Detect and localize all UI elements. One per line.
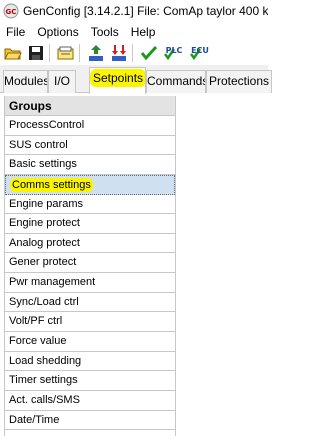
groups-list: Groups ProcessControl SUS control Basic … <box>4 96 176 436</box>
group-row-engine-protect[interactable]: Engine protect <box>5 214 175 234</box>
group-row-engine-params[interactable]: Engine params <box>5 195 175 215</box>
tab-modules-label: Modules <box>4 74 48 88</box>
checkmark-icon <box>140 45 157 61</box>
group-row-gener-protect[interactable]: Gener protect <box>5 253 175 274</box>
menu-help[interactable]: Help <box>125 25 162 39</box>
tab-protections[interactable]: Protections <box>206 70 272 93</box>
save-disk-icon <box>28 46 43 60</box>
download-button[interactable] <box>108 43 129 64</box>
download-icon <box>111 45 126 61</box>
tab-commands-label: Commands <box>147 74 206 88</box>
toolbar: PLC ECU <box>0 41 268 65</box>
group-row-basic-settings[interactable]: Basic settings <box>5 155 175 175</box>
import-button[interactable] <box>55 43 76 64</box>
svg-text:GC: GC <box>6 8 17 16</box>
group-row-pwr-management[interactable]: Pwr management <box>5 273 175 293</box>
upload-button[interactable] <box>85 43 106 64</box>
group-row-act-calls-sms[interactable]: Act. calls/SMS <box>5 391 175 411</box>
plc-icon: PLC <box>164 46 183 61</box>
tab-setpoints-label: Setpoints <box>90 69 145 87</box>
toolbar-separator <box>79 44 80 62</box>
tab-modules[interactable]: Modules <box>3 70 48 93</box>
tab-bar: Modules I/O Setpoints Commands Protectio… <box>0 65 272 94</box>
groups-header: Groups <box>5 96 175 116</box>
upload-icon <box>88 45 103 61</box>
menu-bar: File Options Tools Help <box>0 22 268 41</box>
tab-commands[interactable]: Commands <box>146 70 206 93</box>
group-row-sus-control[interactable]: SUS control <box>5 136 175 156</box>
menu-tools[interactable]: Tools <box>85 25 125 39</box>
check-button[interactable] <box>138 43 159 64</box>
ecu-button[interactable]: ECU <box>187 43 211 64</box>
toolbar-separator <box>49 44 50 62</box>
import-icon <box>57 46 73 60</box>
save-button[interactable] <box>25 43 46 64</box>
setpoints-panel: Groups ProcessControl SUS control Basic … <box>0 93 268 436</box>
tab-io[interactable]: I/O <box>48 70 76 93</box>
ecu-label: ECU <box>191 46 209 55</box>
group-row-sync-load-ctrl[interactable]: Sync/Load ctrl <box>5 293 175 313</box>
tab-protections-label: Protections <box>208 74 270 88</box>
group-row-force-value[interactable]: Force value <box>5 332 175 352</box>
group-row-load-shedding[interactable]: Load shedding <box>5 352 175 372</box>
group-row-processcontrol[interactable]: ProcessControl <box>5 116 175 136</box>
open-button[interactable] <box>2 43 23 64</box>
folder-open-icon <box>3 48 22 60</box>
group-row-volt-pf-ctrl[interactable]: Volt/PF ctrl <box>5 312 175 333</box>
tab-io-label: I/O <box>53 74 70 88</box>
group-row-date-time[interactable]: Date/Time <box>5 411 175 431</box>
menu-file[interactable]: File <box>0 25 31 39</box>
toolbar-separator <box>132 44 133 62</box>
title-bar: GC GenConfig [3.14.2.1] File: ComAp tayl… <box>0 0 268 22</box>
menu-options[interactable]: Options <box>31 25 84 39</box>
group-row-comms-settings-label: Comms settings <box>10 177 93 192</box>
window-title: GenConfig [3.14.2.1] File: ComAp taylor … <box>23 4 268 18</box>
tab-setpoints[interactable]: Setpoints <box>89 67 146 94</box>
plc-button[interactable]: PLC <box>161 43 185 64</box>
group-row-analog-protect[interactable]: Analog protect <box>5 234 175 254</box>
group-row-timer-settings[interactable]: Timer settings <box>5 371 175 391</box>
ecu-icon: ECU <box>190 46 209 61</box>
group-row-comms-settings[interactable]: Comms settings <box>5 174 175 195</box>
genconfig-app-icon: GC <box>3 3 19 19</box>
plc-label: PLC <box>166 46 183 55</box>
